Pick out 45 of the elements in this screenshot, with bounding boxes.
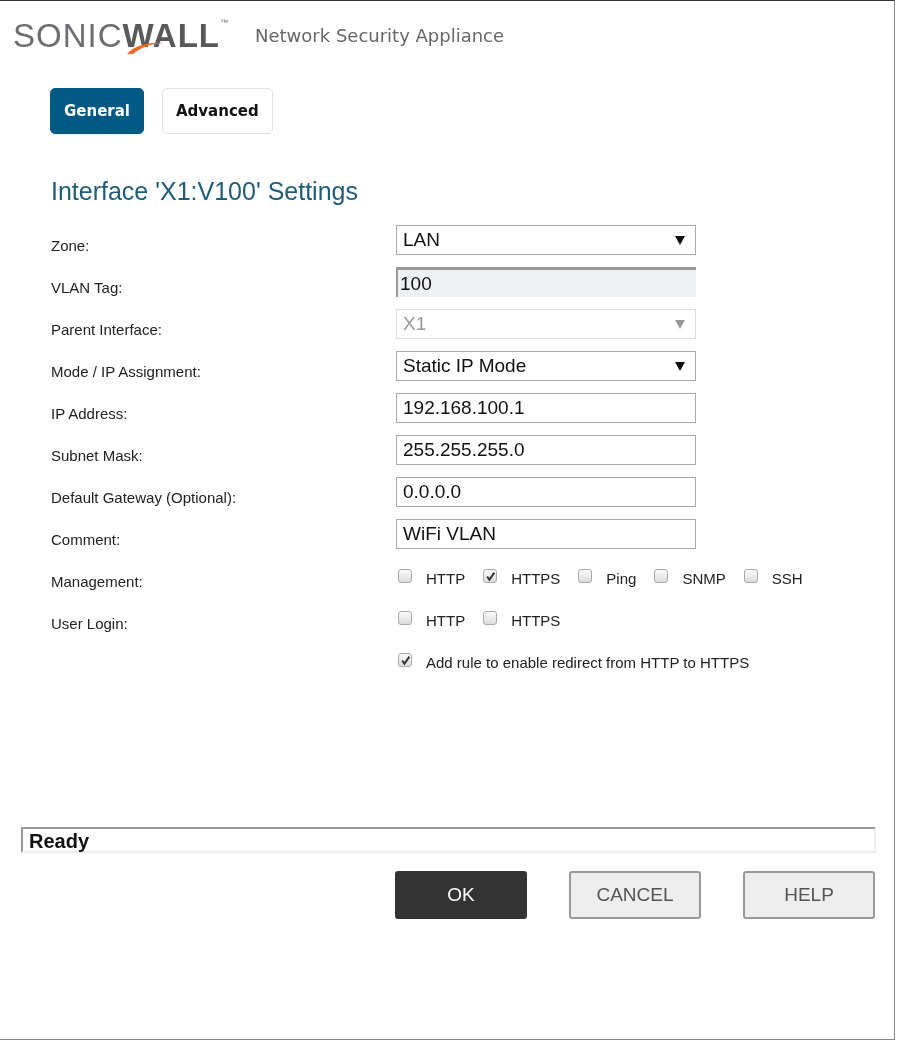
tab[interactable]: General xyxy=(50,88,144,134)
field-label: Subnet Mask: xyxy=(50,445,144,464)
dialog-button[interactable]: HELP xyxy=(743,871,875,919)
caret-icon xyxy=(675,319,685,329)
checkbox-label: HTTP xyxy=(426,610,466,629)
checkbox-label: HTTPS xyxy=(511,610,561,629)
checkbox-label: SSH xyxy=(771,568,803,587)
checkbox-label: Add rule to enable redirect from HTTP to HTTPS xyxy=(426,652,750,671)
checkbox-label: HTTPS xyxy=(511,568,561,587)
field-label: VLAN Tag: xyxy=(50,277,124,296)
field-label: Parent Interface: xyxy=(50,319,163,338)
checkbox[interactable] xyxy=(398,569,412,583)
checkbox[interactable] xyxy=(398,653,412,667)
checkbox[interactable] xyxy=(743,569,758,583)
input-field[interactable]: 192.168.100.1 xyxy=(396,393,696,423)
logo: SONICWALL™ xyxy=(13,18,229,52)
input-field[interactable]: 255.255.255.0 xyxy=(396,435,696,465)
input-field[interactable]: 100 xyxy=(396,267,696,297)
field-label: IP Address: xyxy=(50,403,129,422)
dropdown[interactable]: Static IP Mode xyxy=(396,351,696,381)
field-label: User Login: xyxy=(50,613,129,632)
dialog-button[interactable]: CANCEL xyxy=(569,871,701,919)
field-label: Mode / IP Assignment: xyxy=(50,361,202,380)
checkbox[interactable] xyxy=(578,569,593,583)
dialog-button[interactable]: OK xyxy=(395,871,527,919)
caret-icon xyxy=(675,235,685,245)
status-bar: Ready xyxy=(21,827,876,853)
input-field[interactable]: WiFi VLAN xyxy=(396,519,696,549)
field-label: Default Gateway (Optional): xyxy=(50,487,238,506)
checkbox[interactable] xyxy=(398,611,412,625)
checkbox[interactable] xyxy=(654,569,669,583)
checkbox-label: HTTP xyxy=(426,568,466,587)
checkbox[interactable] xyxy=(483,611,498,625)
field-label: Zone: xyxy=(50,235,91,254)
input-field[interactable]: 0.0.0.0 xyxy=(396,477,696,507)
field-label: Management: xyxy=(50,571,144,590)
dropdown[interactable]: LAN xyxy=(396,225,696,255)
caret-icon xyxy=(675,361,685,371)
field-label: Comment: xyxy=(50,529,122,548)
checkbox-label: Ping xyxy=(606,568,637,587)
product-name: Network Security Appliance xyxy=(255,24,505,46)
checkbox[interactable] xyxy=(483,569,498,583)
checkbox-label: SNMP xyxy=(682,568,726,587)
tab[interactable]: Advanced xyxy=(162,88,273,134)
section-title: Interface 'X1:V100' Settings xyxy=(51,177,359,206)
